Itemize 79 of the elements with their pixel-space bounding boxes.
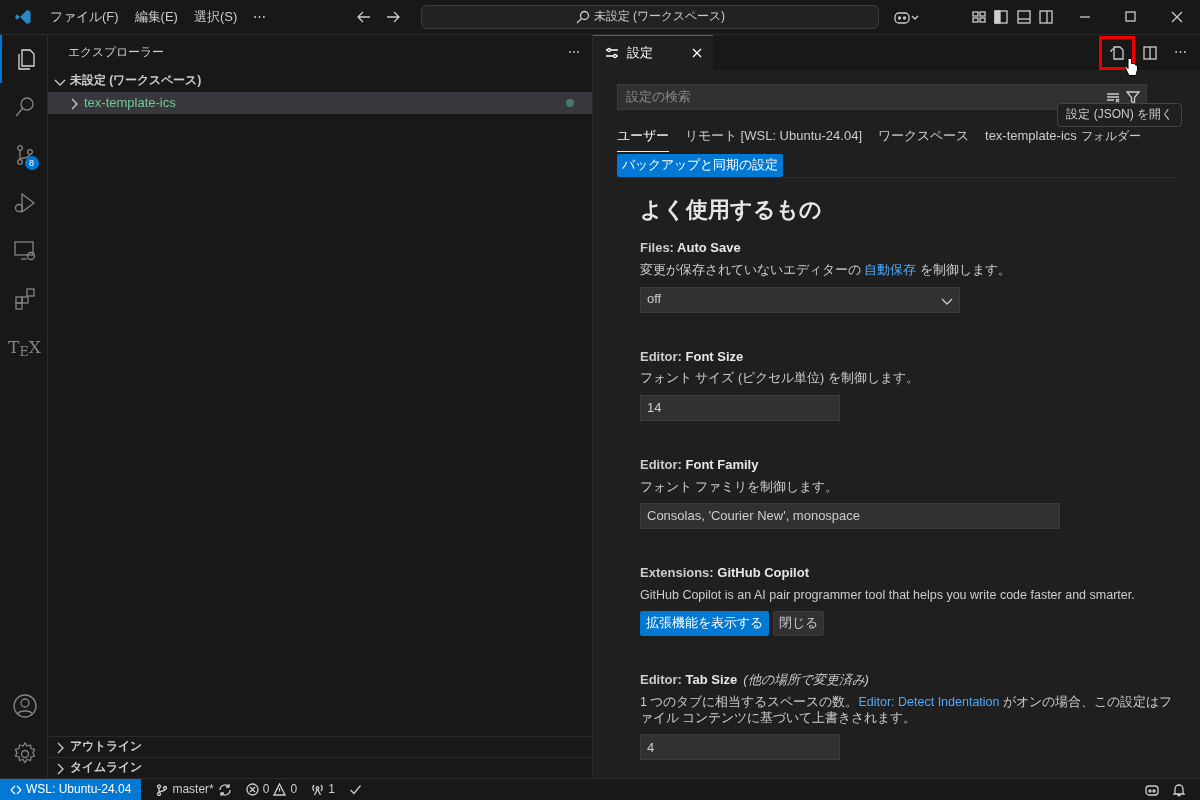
section-header[interactable]: アウトライン (48, 736, 592, 757)
editor-tab[interactable]: 設定 (593, 35, 713, 70)
forward-arrow-icon[interactable] (385, 9, 402, 25)
back-arrow-icon[interactable] (356, 9, 373, 25)
modified-dot-icon (566, 99, 574, 107)
count-badge: 8 (24, 156, 39, 170)
extensions-icon (12, 287, 37, 311)
scope-tab[interactable]: ユーザー (617, 124, 669, 152)
bell-icon[interactable] (1172, 782, 1186, 797)
more-actions[interactable]: ⋯ (568, 44, 580, 61)
command-center[interactable]: 未設定 (ワークスペース) (421, 5, 880, 29)
sync-icon (217, 782, 232, 797)
copilot-icon[interactable] (893, 9, 920, 25)
activity-item[interactable]: T$_{E}$X (0, 323, 48, 371)
remote-indicator[interactable]: WSL: Ubuntu-24.04 (0, 778, 142, 800)
setting-link[interactable]: 自動保存 (864, 263, 917, 278)
setting-description: フォント サイズ (ピクセル単位) を制御します。 (640, 370, 920, 387)
section-heading: よく使用するもの (640, 195, 823, 224)
filter-icon[interactable] (1126, 90, 1140, 104)
secondary-sidebar-icon[interactable] (1038, 9, 1054, 25)
sync-settings-button[interactable]: バックアップと同期の設定 (617, 153, 783, 177)
setting-title: Editor: Tab Size (他の場所で変更済み) (640, 671, 870, 689)
tex-logo: T$_{E}$X (8, 335, 41, 359)
scope-tab[interactable]: リモート [WSL: Ubuntu-24.04] (685, 124, 862, 152)
input-field[interactable]: 4 (640, 734, 840, 761)
dismiss-button[interactable]: 閉じる (773, 610, 824, 636)
copilot-icon[interactable] (1145, 782, 1159, 797)
scope-tab[interactable]: ワークスペース (878, 124, 969, 152)
activity-item[interactable]: 8 (0, 131, 48, 179)
workspace-header[interactable]: 未設定 (ワークスペース) (48, 70, 592, 92)
input-field[interactable]: 14 (640, 394, 840, 421)
setting-description: GitHub Copilot is an AI pair programmer tool that helps you write code faster and smarter. (640, 586, 1136, 603)
command-center-text: 未設定 (ワークスペース) (593, 9, 725, 25)
close-icon[interactable] (1170, 10, 1184, 24)
search-icon (575, 10, 590, 24)
setting-description: 1 つのタブに相当するスペースの数。Editor: Detect Indentation がオンの場合、この設定はファイル コンテンツに基づいて上書きされます。 (640, 693, 1173, 727)
run-debug-icon (12, 191, 37, 215)
setting-title: Files: Auto Save (640, 240, 742, 258)
setting-link[interactable]: Editor: Detect Indentation (858, 694, 1000, 709)
open-json-button[interactable] (1102, 38, 1132, 67)
dropdown[interactable]: off (640, 286, 960, 313)
folder-item[interactable]: tex-template-ics (48, 92, 592, 114)
more-menu[interactable]: ⋯ (245, 8, 275, 26)
ports-indicator[interactable]: 1 (304, 778, 342, 800)
setting-title: Editor: Font Family (640, 456, 760, 474)
setting-title: Editor: Font Size (640, 348, 745, 366)
setting-description: 変更が保存されていないエディターの 自動保存 を制御します。 (640, 262, 1012, 279)
scope-tag: フォルダー (1080, 129, 1141, 143)
warning-icon (273, 783, 287, 796)
error-icon (245, 783, 259, 796)
more-actions[interactable]: ⋯ (1168, 40, 1192, 65)
menu-item[interactable]: 選択(S) (185, 8, 246, 26)
menu-item[interactable]: ファイル(F) (42, 8, 127, 26)
remote-icon (10, 783, 22, 796)
problems-indicator[interactable]: 0 0 (238, 778, 305, 800)
check-icon[interactable] (348, 783, 362, 796)
panel-toggle-icon[interactable] (1015, 9, 1032, 25)
sidebar-title: エクスプローラー (68, 44, 164, 61)
layout-icon[interactable] (970, 9, 987, 25)
scope-tab[interactable]: tex-template-ics フォルダー (985, 124, 1141, 152)
app-logo-icon (14, 8, 32, 26)
split-editor-icon[interactable] (1142, 44, 1158, 61)
input-field[interactable]: Consolas, 'Courier New', monospace (640, 502, 1060, 529)
tooltip: 設定 (JSON) を開く (1057, 103, 1182, 127)
clear-filter-icon[interactable] (1106, 90, 1120, 104)
maximize-icon[interactable] (1124, 10, 1138, 24)
hand-cursor-icon (1124, 57, 1138, 77)
setting-title: Extensions: GitHub Copilot (640, 564, 810, 582)
setting-description: フォント ファミリを制御します。 (640, 478, 840, 495)
remote-explorer-icon (12, 239, 37, 263)
branch-icon (156, 783, 169, 796)
settings-sliders-icon (605, 46, 619, 60)
branch-indicator[interactable]: master* (149, 778, 239, 800)
show-extension-button[interactable]: 拡張機能を表示する (640, 610, 769, 636)
file-icon (1109, 44, 1125, 61)
account-icon[interactable] (11, 693, 38, 719)
menu-item[interactable]: 編集(E) (126, 8, 186, 26)
sidebar-toggle-icon[interactable] (993, 9, 1009, 25)
antenna-icon (311, 783, 325, 796)
